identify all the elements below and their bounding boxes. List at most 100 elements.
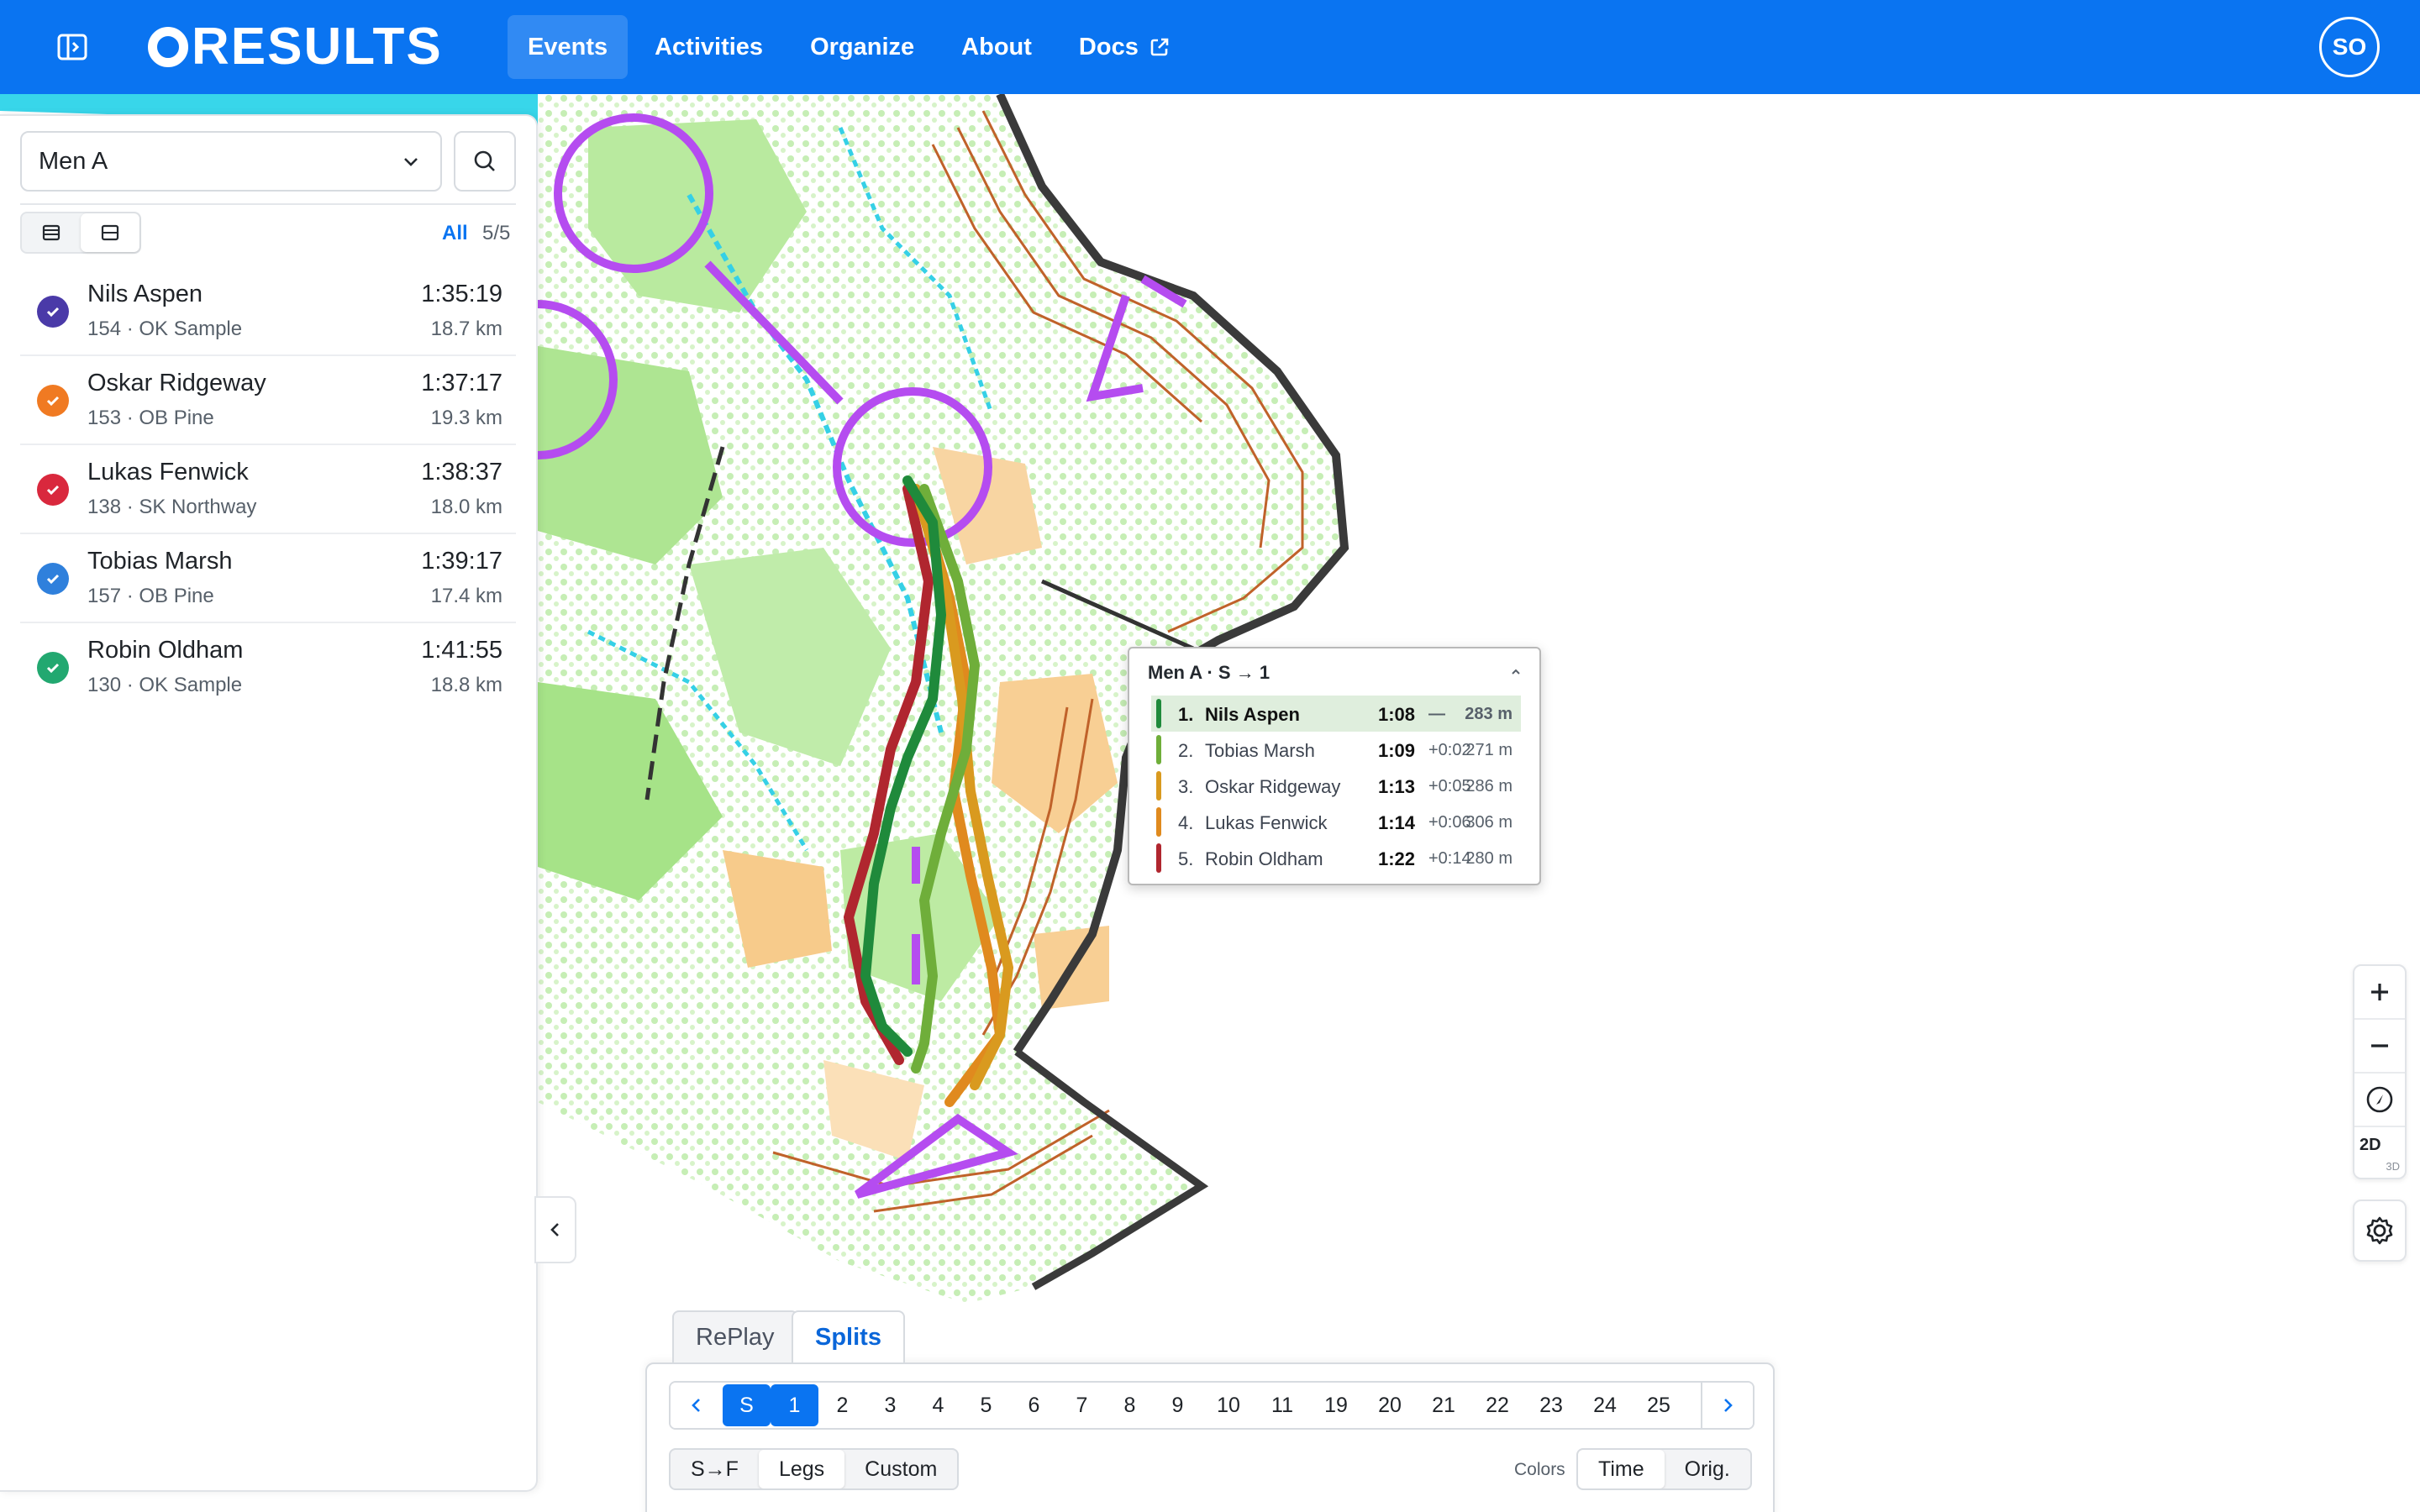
- list-view-compact-button[interactable]: [22, 213, 81, 252]
- external-link-icon: [1150, 38, 1169, 56]
- control-button[interactable]: 25: [1632, 1384, 1686, 1426]
- nav-events[interactable]: Events: [508, 15, 629, 79]
- mode-legs-button[interactable]: Legs: [758, 1450, 845, 1488]
- zoom-in-button[interactable]: [2354, 966, 2405, 1020]
- app-logo[interactable]: RESULTS: [148, 20, 443, 74]
- split-name: Lukas Fenwick: [1205, 812, 1328, 833]
- control-button[interactable]: 4: [914, 1384, 962, 1426]
- checkbox-checked-icon[interactable]: [37, 385, 69, 417]
- view-mode-toggle[interactable]: 2D 3D: [2354, 1127, 2405, 1181]
- control-button[interactable]: 5: [962, 1384, 1010, 1426]
- popup-row[interactable]: 5. Robin Oldham 1:22 +0:14 280 m: [1151, 840, 1521, 876]
- control-button[interactable]: 20: [1363, 1384, 1417, 1426]
- runner-name: Tobias Marsh: [87, 548, 233, 575]
- main-nav: Events Activities Organize About Docs: [508, 15, 1197, 79]
- split-diff: +0:14: [1428, 849, 1471, 868]
- chevron-left-icon: [550, 1223, 559, 1236]
- control-list: S12345678910111920212223242526: [723, 1383, 1704, 1428]
- control-button[interactable]: 7: [1058, 1384, 1106, 1426]
- control-button[interactable]: 22: [1470, 1384, 1524, 1426]
- color-time-label: Time: [1598, 1457, 1644, 1481]
- checkbox-checked-icon[interactable]: [37, 296, 69, 328]
- runner-distance: 18.7 km: [430, 318, 502, 340]
- runner-distance: 18.0 km: [430, 496, 502, 518]
- control-button[interactable]: 8: [1106, 1384, 1154, 1426]
- checkbox-checked-icon[interactable]: [37, 652, 69, 684]
- chevron-right-icon: [1724, 1399, 1733, 1412]
- split-distance: 280 m: [1465, 849, 1512, 868]
- runner-name: Robin Oldham: [87, 637, 244, 664]
- nav-docs[interactable]: Docs: [1059, 15, 1191, 79]
- next-control-button[interactable]: [1701, 1383, 1753, 1428]
- checkbox-checked-icon[interactable]: [37, 474, 69, 506]
- runner-time: 1:37:17: [421, 370, 502, 396]
- split-time: 1:22: [1378, 848, 1416, 869]
- search-icon: [474, 150, 495, 171]
- mode-legs-label: Legs: [778, 1457, 825, 1481]
- mode-2d-label: 2D: [2360, 1136, 2381, 1154]
- collapse-sidebar-button[interactable]: [534, 1196, 576, 1263]
- user-avatar[interactable]: SO: [2319, 17, 2380, 77]
- control-button[interactable]: 24: [1578, 1384, 1632, 1426]
- runner-row[interactable]: Lukas Fenwick 138 · SK Northway 1:38:37 …: [20, 445, 516, 534]
- runner-row[interactable]: Robin Oldham 130 · OK Sample 1:41:55 18.…: [20, 623, 516, 712]
- compass-button[interactable]: [2354, 1074, 2405, 1127]
- nav-activities[interactable]: Activities: [634, 15, 783, 79]
- color-mode-group: Time Orig.: [1576, 1448, 1752, 1490]
- mode-s-to-f-label: S→F: [691, 1457, 739, 1481]
- chevron-left-icon: [692, 1399, 700, 1412]
- control-button[interactable]: 9: [1154, 1384, 1202, 1426]
- control-button[interactable]: 6: [1010, 1384, 1058, 1426]
- mode-custom-button[interactable]: Custom: [844, 1450, 957, 1488]
- class-select-value: Men A: [39, 147, 108, 175]
- logo-text: RESULTS: [192, 18, 443, 76]
- checkbox-checked-icon[interactable]: [37, 563, 69, 595]
- runner-row[interactable]: Nils Aspen 154 · OK Sample 1:35:19 18.7 …: [20, 267, 516, 356]
- runner-name: Lukas Fenwick: [87, 459, 249, 486]
- control-button[interactable]: 19: [1309, 1384, 1363, 1426]
- popup-row[interactable]: 3. Oskar Ridgeway 1:13 +0:05 286 m: [1151, 768, 1521, 804]
- runner-row[interactable]: Tobias Marsh 157 · OB Pine 1:39:17 17.4 …: [20, 534, 516, 623]
- list-compact-icon: [42, 224, 60, 241]
- nav-about[interactable]: About: [941, 15, 1052, 79]
- prev-control-button[interactable]: [671, 1383, 723, 1428]
- popup-row[interactable]: 4. Lukas Fenwick 1:14 +0:06 306 m: [1151, 804, 1521, 840]
- popup-row[interactable]: 1. Nils Aspen 1:08 — 283 m: [1151, 696, 1521, 732]
- split-time: 1:14: [1378, 812, 1416, 833]
- popup-rows: 1. Nils Aspen 1:08 — 283 m 2. Tobias Mar…: [1151, 696, 1521, 876]
- control-button[interactable]: 21: [1417, 1384, 1470, 1426]
- nav-events-label: Events: [528, 34, 608, 60]
- class-select[interactable]: Men A: [20, 131, 442, 192]
- color-bar: [1156, 771, 1161, 801]
- split-name: Tobias Marsh: [1205, 740, 1315, 761]
- tab-splits[interactable]: Splits: [792, 1310, 905, 1362]
- settings-button[interactable]: [2353, 1200, 2407, 1262]
- popup-row[interactable]: 2. Tobias Marsh 1:09 +0:02 271 m: [1151, 732, 1521, 768]
- nav-organize[interactable]: Organize: [790, 15, 934, 79]
- split-rank: 4.: [1178, 812, 1194, 833]
- tab-replay[interactable]: RePlay: [672, 1310, 798, 1362]
- control-button[interactable]: 23: [1524, 1384, 1578, 1426]
- color-time-button[interactable]: Time: [1578, 1450, 1665, 1488]
- runner-row[interactable]: Oskar Ridgeway 153 · OB Pine 1:37:17 19.…: [20, 356, 516, 445]
- control-button[interactable]: 10: [1202, 1384, 1255, 1426]
- sidebar-toggle-icon[interactable]: [55, 30, 89, 64]
- chevron-up-icon[interactable]: [1509, 665, 1523, 679]
- control-button[interactable]: 2: [818, 1384, 866, 1426]
- search-button[interactable]: [454, 131, 516, 192]
- control-button[interactable]: 3: [866, 1384, 914, 1426]
- list-expanded-icon: [101, 224, 119, 241]
- control-button[interactable]: S: [723, 1384, 771, 1426]
- split-time: 1:09: [1378, 740, 1416, 761]
- filter-all-link[interactable]: All: [442, 222, 468, 245]
- control-button[interactable]: 1: [771, 1384, 818, 1426]
- zoom-out-button[interactable]: [2354, 1020, 2405, 1074]
- runner-club: 138 · SK Northway: [87, 496, 257, 518]
- nav-activities-label: Activities: [655, 34, 764, 60]
- list-view-expanded-button[interactable]: [81, 213, 139, 252]
- splits-panel: S12345678910111920212223242526 S→F Legs …: [645, 1362, 1775, 1512]
- runner-club: 153 · OB Pine: [87, 407, 214, 429]
- mode-s-to-f-button[interactable]: S→F: [671, 1450, 759, 1488]
- control-button[interactable]: 11: [1255, 1384, 1309, 1426]
- color-orig-button[interactable]: Orig.: [1665, 1450, 1750, 1488]
